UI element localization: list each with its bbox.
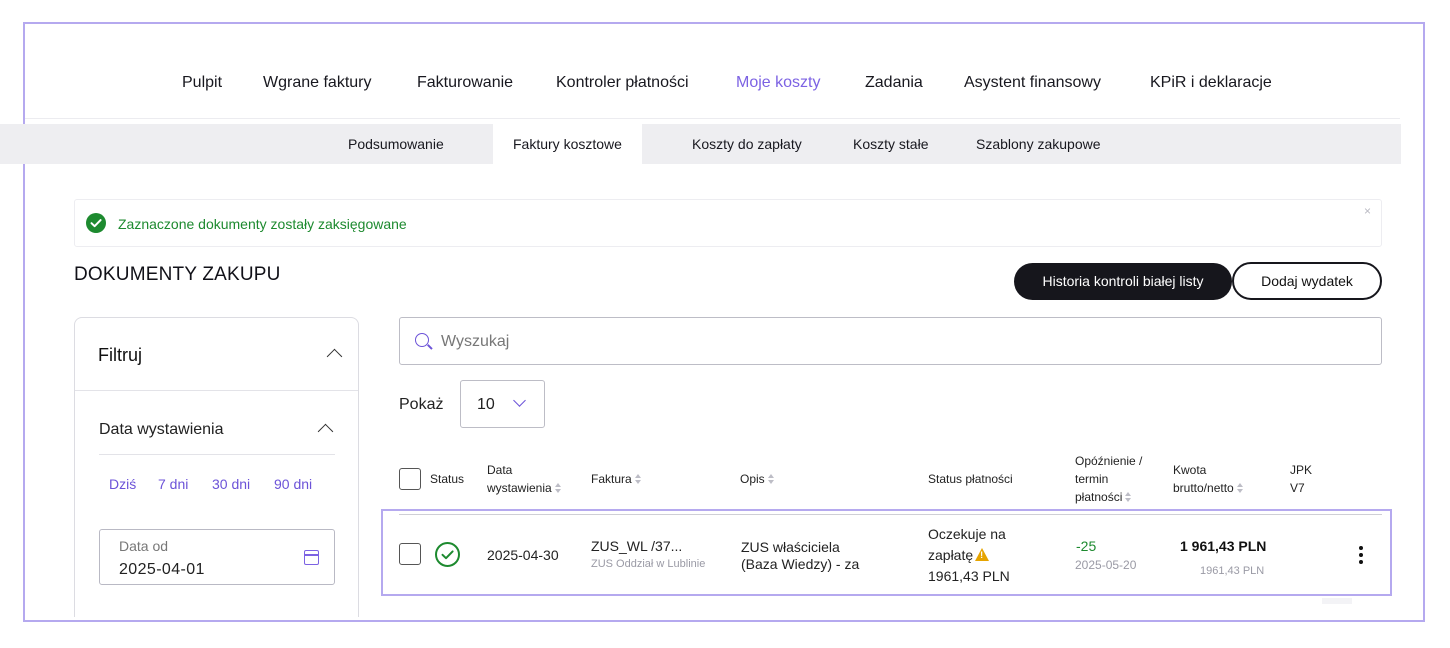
success-alert: Zaznaczone dokumenty zostały zaksięgowan… [74, 199, 1382, 247]
date-from-value[interactable]: 2025-04-01 [119, 561, 205, 579]
page-size-label: Pokaż [399, 396, 444, 413]
column-header-amount[interactable]: Kwota brutto/netto [1173, 461, 1244, 497]
close-icon[interactable]: × [1364, 204, 1371, 218]
row-net-amount: 1961,43 PLN [1200, 565, 1265, 577]
date-section-title: Data wystawienia [99, 421, 224, 438]
date-header-line2: wystawienia [487, 479, 562, 497]
amount-header-line1: Kwota [1173, 463, 1207, 477]
add-expense-button[interactable]: Dodaj wydatek [1232, 262, 1382, 300]
quick-filter-30-days[interactable]: 30 dni [212, 476, 250, 492]
payment-status-header-label: Status płatności [928, 472, 1013, 486]
invoice-header-label: Faktura [591, 472, 632, 486]
search-icon [415, 333, 429, 347]
tab-koszty-stale[interactable]: Koszty stałe [853, 124, 928, 164]
more-actions-icon[interactable] [1352, 544, 1370, 566]
row-payment-status-line2: zapłatę [928, 547, 990, 563]
nav-item-kontroler-platnosci[interactable]: Kontroler płatności [556, 74, 689, 92]
filter-panel: Filtruj Data wystawienia Dziś 7 dni 30 d… [74, 317, 359, 617]
row-checkbox[interactable] [399, 543, 421, 565]
date-from-label: Data od [119, 538, 169, 554]
check-circle-icon [435, 542, 460, 567]
quick-filter-today[interactable]: Dziś [109, 476, 136, 492]
sort-icon[interactable] [1125, 492, 1132, 503]
column-header-invoice[interactable]: Faktura [591, 470, 642, 488]
warning-icon [975, 548, 990, 561]
table-header-divider [399, 514, 1382, 515]
row-invoice-issuer: ZUS Oddział w Lublinie [591, 558, 706, 570]
section-divider [99, 454, 335, 455]
quick-filter-90-days[interactable]: 90 dni [274, 476, 312, 492]
description-header-label: Opis [740, 472, 765, 486]
whitelist-history-button[interactable]: Historia kontroli białej listy [1014, 263, 1232, 300]
page-title: DOKUMENTY ZAKUPU [74, 264, 281, 285]
date-header-line1: Data [487, 463, 513, 477]
status-header-label: Status [430, 472, 465, 486]
row-description-line2: (Baza Wiedzy) - za [741, 556, 860, 572]
search-input[interactable] [441, 330, 1341, 354]
chevron-up-icon[interactable] [317, 423, 334, 440]
nav-item-asystent-finansowy[interactable]: Asystent finansowy [964, 74, 1101, 92]
amount-header-line2: brutto/netto [1173, 479, 1244, 497]
nav-item-fakturowanie[interactable]: Fakturowanie [417, 74, 513, 92]
delay-header-line1: Opóźnienie / [1075, 454, 1143, 468]
sort-icon[interactable] [634, 474, 642, 485]
jpk-header-line2: V7 [1290, 481, 1305, 495]
delay-header-line2: termin [1075, 472, 1109, 486]
nav-divider [25, 118, 1400, 119]
row-invoice-number[interactable]: ZUS_WL /37... [591, 538, 682, 554]
date-from-field[interactable]: Data od 2025-04-01 [99, 529, 335, 585]
column-header-status: Status [430, 470, 464, 488]
quick-filter-7-days[interactable]: 7 dni [158, 476, 188, 492]
sort-icon[interactable] [767, 474, 775, 485]
column-header-payment-status: Status płatności [928, 470, 1013, 488]
delay-header-line3: płatności [1075, 488, 1142, 506]
chevron-down-icon [513, 394, 526, 407]
tab-podsumowanie[interactable]: Podsumowanie [348, 124, 444, 164]
sub-navigation: Podsumowanie Faktury kosztowe Koszty do … [0, 124, 1401, 164]
row-payment-status-amount: 1961,43 PLN [928, 568, 1010, 584]
row-gross-amount: 1 961,43 PLN [1180, 538, 1267, 554]
column-header-description[interactable]: Opis [740, 470, 775, 488]
filter-title: Filtruj [98, 345, 142, 365]
sort-icon[interactable] [554, 483, 562, 494]
column-header-delay[interactable]: Opóźnienie / termin płatności [1075, 452, 1142, 506]
sort-icon[interactable] [1236, 483, 1244, 494]
filter-header[interactable]: Filtruj [75, 318, 358, 391]
tab-koszty-do-zaplaty[interactable]: Koszty do zapłaty [692, 124, 802, 164]
row-due-date: 2025-05-20 [1075, 558, 1137, 572]
page-size-select[interactable]: 10 [460, 380, 545, 428]
check-circle-icon [86, 213, 106, 233]
alert-message: Zaznaczone dokumenty zostały zaksięgowan… [118, 216, 407, 232]
nav-item-moje-koszty[interactable]: Moje koszty [736, 74, 820, 92]
row-description-line1: ZUS właściciela [741, 539, 840, 555]
search-box[interactable] [399, 317, 1382, 365]
chevron-up-icon[interactable] [326, 348, 343, 365]
row-delay-days: -25 [1076, 538, 1097, 554]
tab-szablony-zakupowe[interactable]: Szablony zakupowe [976, 124, 1101, 164]
nav-item-wgrane-faktury[interactable]: Wgrane faktury [263, 74, 371, 92]
calendar-icon[interactable] [304, 550, 319, 565]
column-header-date[interactable]: Data wystawienia [487, 461, 562, 497]
nav-item-zadania[interactable]: Zadania [865, 74, 923, 92]
row-payment-status-line1: Oczekuje na [928, 526, 1006, 542]
page-size-value: 10 [477, 396, 495, 413]
jpk-header-line1: JPK [1290, 463, 1313, 477]
main-navigation: Pulpit Wgrane faktury Fakturowanie Kontr… [0, 58, 1450, 110]
column-header-jpk: JPK V7 [1290, 461, 1312, 497]
select-all-checkbox[interactable] [399, 468, 421, 490]
row-issue-date: 2025-04-30 [487, 547, 559, 563]
tab-faktury-kosztowe[interactable]: Faktury kosztowe [493, 124, 642, 164]
nav-item-pulpit[interactable]: Pulpit [182, 74, 222, 92]
scrollbar[interactable] [1322, 598, 1352, 604]
nav-item-kpir-deklaracje[interactable]: KPiR i deklaracje [1150, 74, 1272, 92]
